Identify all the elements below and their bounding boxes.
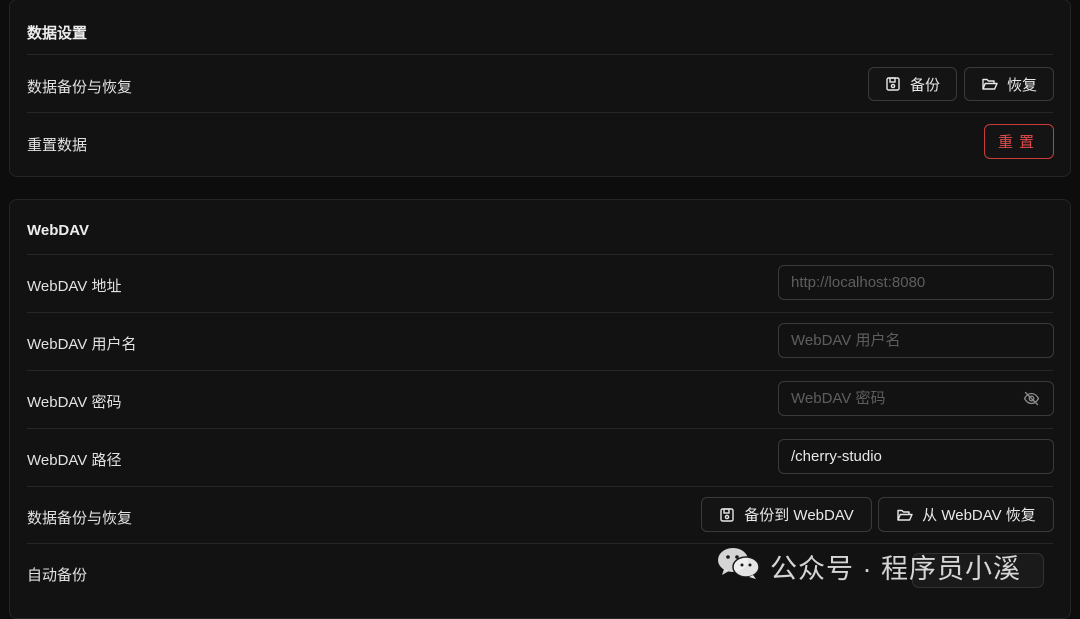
- webdav-username-label: WebDAV 用户名: [27, 336, 137, 353]
- watermark: 公众号 · 程序员小溪: [716, 546, 1021, 587]
- backup-to-webdav-button[interactable]: 备份到 WebDAV: [701, 497, 872, 532]
- webdav-address-input[interactable]: [778, 265, 1054, 300]
- wechat-icon: [716, 546, 762, 587]
- webdav-title: WebDAV: [27, 222, 89, 239]
- watermark-text: 公众号 · 程序员小溪: [770, 554, 1021, 584]
- divider: [27, 543, 1053, 544]
- webdav-address-label: WebDAV 地址: [27, 278, 122, 295]
- backup-to-webdav-label: 备份到 WebDAV: [744, 507, 854, 524]
- webdav-backup-restore-label: 数据备份与恢复: [27, 510, 133, 527]
- divider: [27, 486, 1053, 487]
- webdav-path-input[interactable]: [778, 439, 1054, 474]
- divider: [27, 254, 1053, 255]
- data-settings-title: 数据设置: [27, 25, 88, 42]
- save-icon: [719, 507, 735, 523]
- data-settings-card: 数据设置 数据备份与恢复 备份 恢复 重置数据 重置: [9, 0, 1071, 177]
- webdav-password-input[interactable]: [778, 381, 1054, 416]
- webdav-path-label: WebDAV 路径: [27, 452, 122, 469]
- save-icon: [885, 76, 901, 92]
- restore-from-webdav-label: 从 WebDAV 恢复: [922, 507, 1036, 524]
- auto-backup-label: 自动备份: [27, 567, 88, 584]
- webdav-password-label: WebDAV 密码: [27, 394, 122, 411]
- divider: [27, 428, 1053, 429]
- divider: [27, 112, 1053, 113]
- backup-restore-label: 数据备份与恢复: [27, 79, 133, 96]
- backup-button-label: 备份: [909, 76, 940, 94]
- divider: [27, 312, 1053, 313]
- restore-button-label: 恢复: [1006, 76, 1037, 94]
- backup-button[interactable]: 备份: [868, 67, 957, 101]
- reset-button[interactable]: 重置: [984, 124, 1054, 159]
- divider: [27, 370, 1053, 371]
- folder-open-icon: [981, 76, 998, 92]
- restore-button[interactable]: 恢复: [964, 67, 1054, 101]
- reset-data-label: 重置数据: [27, 137, 88, 154]
- folder-open-icon: [896, 507, 913, 523]
- restore-from-webdav-button[interactable]: 从 WebDAV 恢复: [878, 497, 1054, 532]
- eye-off-icon[interactable]: [1023, 390, 1040, 412]
- divider: [27, 54, 1053, 55]
- webdav-username-input[interactable]: [778, 323, 1054, 358]
